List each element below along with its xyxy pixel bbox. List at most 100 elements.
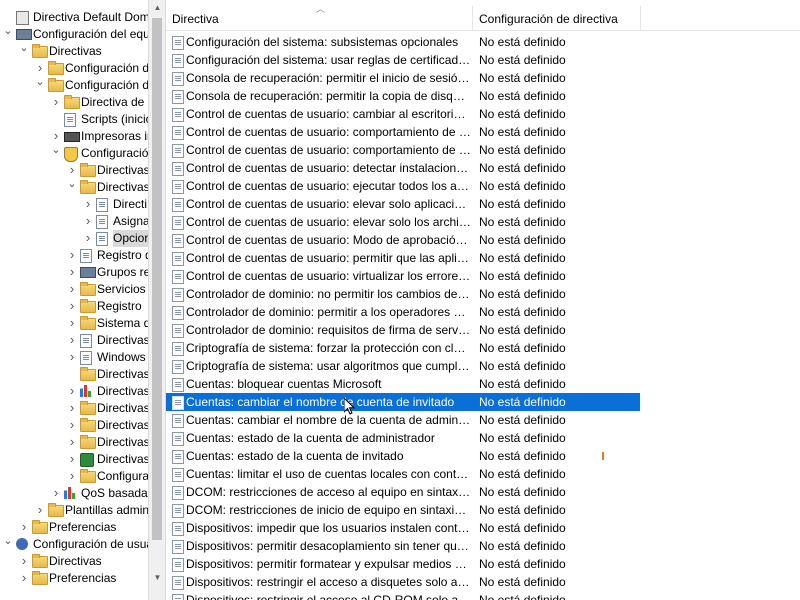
table-row[interactable]: Control de cuentas de usuario: comportam…: [166, 141, 640, 159]
table-row[interactable]: Consola de recuperación: permitir la cop…: [166, 87, 640, 105]
column-header-setting[interactable]: Configuración de directiva: [479, 0, 618, 30]
table-row[interactable]: Configuración del sistema: subsistemas o…: [166, 33, 640, 51]
table-row[interactable]: Controlador de dominio: permitir a los o…: [166, 303, 640, 321]
table-row[interactable]: Control de cuentas de usuario: Modo de a…: [166, 231, 640, 249]
chevron-right-icon[interactable]: ›: [66, 400, 78, 417]
folder-icon: [32, 571, 48, 585]
table-row[interactable]: Consola de recuperación: permitir el ini…: [166, 69, 640, 87]
table-row[interactable]: Dispositivos: restringir el acceso al CD…: [166, 591, 640, 600]
table-row[interactable]: Controlador de dominio: requisitos de fi…: [166, 321, 640, 339]
chevron-right-icon[interactable]: ›: [66, 332, 78, 349]
chevron-right-icon[interactable]: ›: [82, 196, 94, 213]
tree-item-label: Configuración: [81, 146, 148, 160]
table-row[interactable]: Dispositivos: restringir el acceso a dis…: [166, 573, 640, 591]
chevron-down-icon[interactable]: ⌄: [50, 145, 62, 162]
tree-item-label: Sistema de: [97, 316, 148, 330]
table-row[interactable]: Control de cuentas de usuario: virtualiz…: [166, 267, 640, 285]
column-header-policy[interactable]: Directiva: [172, 0, 219, 30]
policy-document-icon: [172, 180, 184, 194]
policy-document-icon: [172, 54, 184, 68]
column-separator[interactable]: [472, 6, 473, 30]
chevron-down-icon[interactable]: ⌄: [2, 26, 14, 43]
table-row[interactable]: Criptografía de sistema: forzar la prote…: [166, 339, 640, 357]
table-row[interactable]: DCOM: restricciones de inicio de equipo …: [166, 501, 640, 519]
table-row[interactable]: Control de cuentas de usuario: ejecutar …: [166, 177, 640, 195]
chevron-right-icon[interactable]: ›: [66, 451, 78, 468]
chevron-right-icon[interactable]: ›: [66, 281, 78, 298]
tree-item-label: Plantillas adminis: [65, 503, 148, 517]
table-row[interactable]: Control de cuentas de usuario: comportam…: [166, 123, 640, 141]
table-row[interactable]: DCOM: restricciones de acceso al equipo …: [166, 483, 640, 501]
scrollbar-thumb[interactable]: [152, 18, 162, 540]
table-row[interactable]: Cuentas: limitar el uso de cuentas local…: [166, 465, 640, 483]
chevron-right-icon[interactable]: ›: [66, 298, 78, 315]
chevron-right-icon[interactable]: ›: [66, 468, 78, 485]
policy-name: Control de cuentas de usuario: cambiar a…: [186, 107, 471, 121]
chevron-right-icon[interactable]: ›: [66, 434, 78, 451]
policy-document-icon: [172, 252, 184, 266]
chevron-right-icon[interactable]: ›: [66, 417, 78, 434]
chevron-right-icon[interactable]: ›: [66, 383, 78, 400]
table-row[interactable]: Control de cuentas de usuario: detectar …: [166, 159, 640, 177]
policy-document-icon: [172, 540, 184, 554]
tree-item-label: Preferencias: [49, 520, 117, 534]
chevron-down-icon[interactable]: ⌄: [66, 179, 78, 196]
policy-setting: No está definido: [479, 341, 566, 355]
chevron-right-icon[interactable]: ›: [50, 128, 62, 145]
policy-document-icon: [172, 126, 184, 140]
table-row[interactable]: Dispositivos: impedir que los usuarios i…: [166, 519, 640, 537]
table-row[interactable]: Cuentas: estado de la cuenta de invitado…: [166, 447, 640, 465]
policy-setting: No está definido: [479, 53, 566, 67]
chevron-down-icon[interactable]: ⌄: [18, 43, 30, 60]
policy-setting: No está definido: [479, 359, 566, 373]
table-row[interactable]: Configuración del sistema: usar reglas d…: [166, 51, 640, 69]
chevron-right-icon[interactable]: ›: [66, 315, 78, 332]
table-row[interactable]: Dispositivos: permitir desacoplamiento s…: [166, 537, 640, 555]
policy-document-icon: [172, 306, 184, 320]
chevron-right-icon[interactable]: ›: [82, 213, 94, 230]
printer-icon: [64, 132, 80, 142]
scroll-down-icon[interactable]: ▼: [149, 570, 166, 586]
table-row[interactable]: Cuentas: bloquear cuentas Microsoft No es…: [166, 375, 640, 393]
chevron-down-icon[interactable]: ⌄: [2, 536, 14, 553]
chevron-right-icon[interactable]: ›: [82, 230, 94, 247]
table-row[interactable]: Controlador de dominio: no permitir los …: [166, 285, 640, 303]
chevron-right-icon[interactable]: ›: [66, 264, 78, 281]
table-row[interactable]: Dispositivos: permitir formatear y expul…: [166, 555, 640, 573]
policy-setting: No está definido: [479, 251, 566, 265]
chevron-right-icon[interactable]: ›: [50, 485, 62, 502]
table-row[interactable]: Cuentas: estado de la cuenta de administ…: [166, 429, 640, 447]
policy-list: ︿ Directiva Configuración de directiva C…: [166, 0, 800, 600]
chevron-down-icon[interactable]: ⌄: [34, 77, 46, 94]
tree-item-label: Directivas: [97, 452, 148, 466]
group-policy-editor: Directiva Default Domain Po⌄Configuració…: [0, 0, 800, 600]
policy-setting: No está definido: [479, 161, 566, 175]
chevron-right-icon[interactable]: ›: [18, 553, 30, 570]
table-row[interactable]: Cuentas: cambiar el nombre de cuenta de …: [166, 393, 640, 411]
tree-scrollbar[interactable]: ▲ ▼: [148, 0, 166, 600]
tree-item-label: QoS basada e: [81, 486, 148, 500]
chevron-right-icon[interactable]: ›: [66, 162, 78, 179]
document-icon: [80, 351, 92, 365]
table-row[interactable]: Control de cuentas de usuario: elevar so…: [166, 213, 640, 231]
chevron-right-icon[interactable]: ›: [34, 502, 46, 519]
chevron-right-icon[interactable]: ›: [66, 247, 78, 264]
chevron-right-icon[interactable]: ›: [50, 94, 62, 111]
policy-document-icon: [172, 198, 184, 212]
scroll-up-icon[interactable]: ▲: [149, 0, 166, 16]
table-row[interactable]: Criptografía de sistema: usar algoritmos…: [166, 357, 640, 375]
table-row[interactable]: Control de cuentas de usuario: permitir …: [166, 249, 640, 267]
policy-document-icon: [172, 342, 184, 356]
chevron-right-icon[interactable]: ›: [18, 570, 30, 587]
policy-setting: No está definido: [479, 323, 566, 337]
column-separator[interactable]: [640, 6, 641, 30]
table-row[interactable]: Cuentas: cambiar el nombre de la cuenta …: [166, 411, 640, 429]
policy-setting: No está definido: [479, 305, 566, 319]
chevron-right-icon[interactable]: ›: [66, 349, 78, 366]
folder-icon: [64, 95, 80, 109]
table-row[interactable]: Control de cuentas de usuario: elevar so…: [166, 195, 640, 213]
chevron-right-icon[interactable]: ›: [18, 519, 30, 536]
table-row[interactable]: Control de cuentas de usuario: cambiar a…: [166, 105, 640, 123]
chevron-right-icon[interactable]: ›: [34, 60, 46, 77]
policy-name: Criptografía de sistema: usar algoritmos…: [186, 359, 471, 373]
